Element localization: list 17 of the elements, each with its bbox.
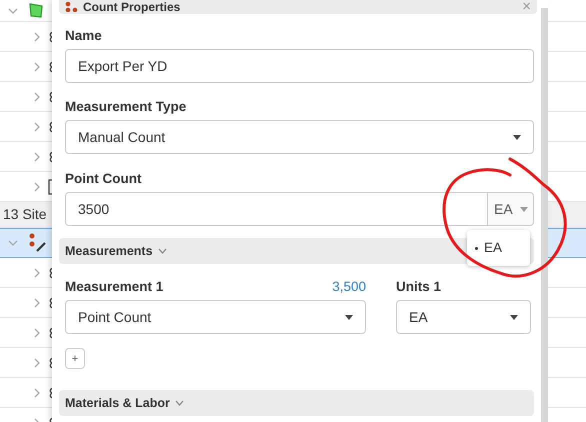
unit-dropdown[interactable]: EA — [487, 192, 534, 226]
units-select[interactable]: EA — [396, 300, 531, 334]
field-label: Measurement 1 — [65, 279, 164, 295]
measurement-select[interactable]: Point Count — [65, 300, 366, 334]
add-button[interactable]: + — [65, 348, 85, 369]
section-header[interactable]: Materials & Labor — [59, 390, 534, 416]
field-label: Point Count — [65, 171, 142, 187]
field-label: Name — [65, 28, 103, 44]
point-count-field[interactable]: 3500 — [65, 192, 487, 226]
measurement-type-select[interactable]: Manual Count — [65, 120, 534, 154]
measurement-total: 3,500 — [332, 279, 366, 295]
field-label: Units 1 — [396, 279, 442, 295]
panel-title: Count Properties — [83, 0, 180, 14]
field-label: Measurement Type — [65, 99, 188, 115]
menu-item[interactable]: EA — [484, 238, 502, 258]
tree-group-label[interactable]: 13 Site — [0, 204, 47, 225]
name-field[interactable]: Export Per YD — [65, 49, 534, 83]
